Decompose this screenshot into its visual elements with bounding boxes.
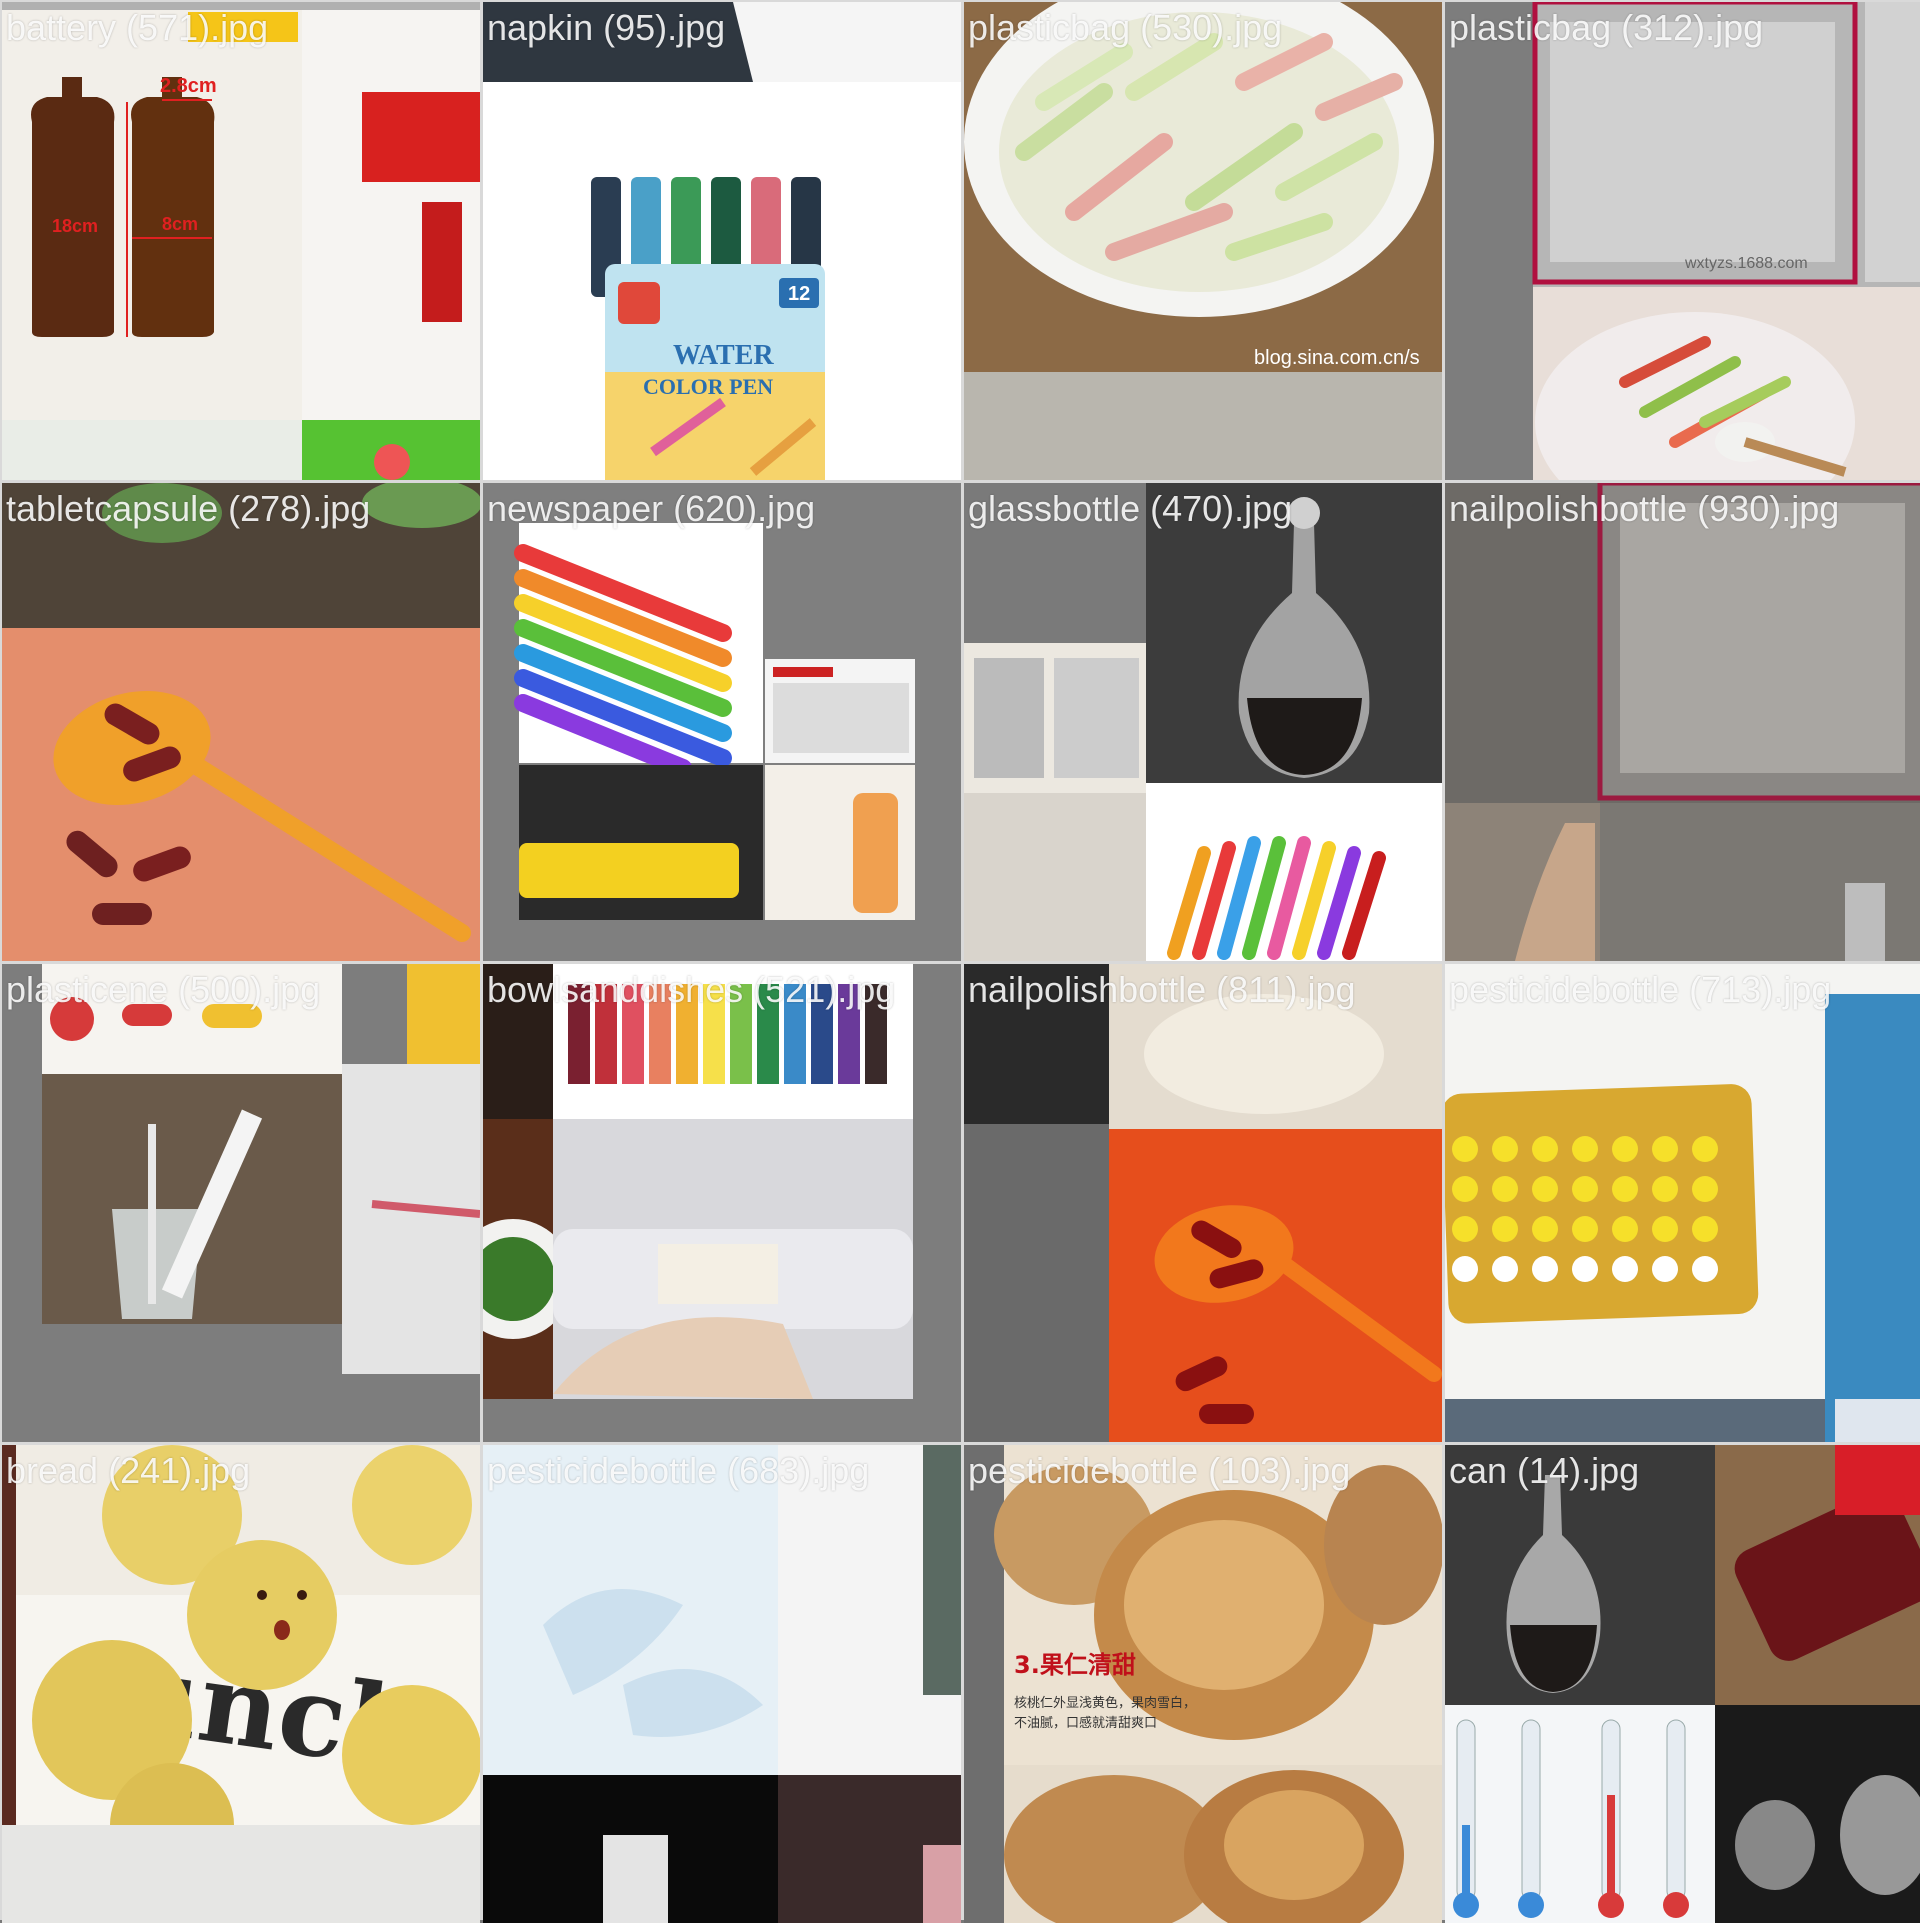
image-tile-plasticene-500[interactable]: plasticene (500).jpg bbox=[2, 964, 480, 1442]
bottle-dim-label: 18cm bbox=[52, 216, 98, 236]
watermark-text: blog.sina.com.cn/s bbox=[1254, 347, 1420, 369]
image-tile-pesticidebottle-713[interactable]: pesticidebottle (713).jpg bbox=[1445, 964, 1920, 1442]
bottle-dim-label: 2.8cm bbox=[160, 75, 217, 97]
image-tile-tabletcapsule-278[interactable]: tabletcapsule (278).jpg bbox=[2, 483, 480, 961]
thermometers-collage-image bbox=[1445, 1445, 1920, 1923]
tile-caption: battery (571).jpg bbox=[6, 7, 269, 48]
walnut-heading: 3.果仁清甜 bbox=[1014, 1651, 1136, 1679]
bottle-dim-label: 8cm bbox=[162, 214, 198, 234]
image-tile-battery-571[interactable]: 2.8cm 18cm 8cm battery (571).jpg bbox=[2, 2, 480, 480]
image-grid: 2.8cm 18cm 8cm battery (571).jpg 12 WATE… bbox=[0, 0, 1920, 1923]
marker-pack-image: 12 WATER COLOR PEN bbox=[483, 2, 961, 480]
image-tile-can-14[interactable]: can (14).jpg bbox=[1445, 1445, 1920, 1923]
tile-caption: newspaper (620).jpg bbox=[487, 488, 816, 529]
tile-caption: bread (241).jpg bbox=[6, 1450, 251, 1491]
tile-caption: can (14).jpg bbox=[1449, 1450, 1640, 1491]
tile-caption: plasticbag (312).jpg bbox=[1449, 7, 1764, 48]
amber-bottles-image: 2.8cm 18cm 8cm bbox=[2, 2, 480, 480]
tile-caption: bowlsanddishes (521).jpg bbox=[487, 969, 896, 1010]
colored-pens-image bbox=[483, 483, 961, 961]
markers-tape-image bbox=[483, 964, 961, 1442]
watermelon-rind-image: blog.sina.com.cn/s bbox=[964, 2, 1442, 480]
toothbrush-cup-image bbox=[2, 964, 480, 1442]
image-tile-pesticidebottle-683[interactable]: pesticidebottle (683).jpg bbox=[483, 1445, 961, 1923]
tile-caption: nailpolishbottle (811).jpg bbox=[968, 969, 1356, 1010]
walnut-text-line: 核桃仁外显浅黄色，果肉雪白， bbox=[1014, 1695, 1196, 1711]
image-tile-glassbottle-470[interactable]: glassbottle (470).jpg bbox=[964, 483, 1442, 961]
image-tile-pesticidebottle-103[interactable]: 3.果仁清甜 核桃仁外显浅黄色，果肉雪白， 不油腻，口感就清甜爽口 pestic… bbox=[964, 1445, 1442, 1923]
tile-caption: pesticidebottle (103).jpg bbox=[968, 1450, 1351, 1491]
decanter-collage-image bbox=[964, 483, 1442, 961]
tile-caption: plasticbag (530).jpg bbox=[968, 7, 1283, 48]
steamed-buns-image: runcl bbox=[2, 1445, 480, 1923]
tile-caption: nailpolishbottle (930).jpg bbox=[1449, 488, 1840, 529]
plastic-sheet-image bbox=[1445, 483, 1920, 961]
image-tile-napkin-95[interactable]: 12 WATER COLOR PEN napkin (95).jpg bbox=[483, 2, 961, 480]
capsules-collage-image bbox=[964, 964, 1442, 1442]
walnuts-image: 3.果仁清甜 核桃仁外显浅黄色，果肉雪白， 不油腻，口感就清甜爽口 bbox=[964, 1445, 1442, 1923]
tile-caption: pesticidebottle (713).jpg bbox=[1449, 969, 1832, 1010]
pill-blister-image bbox=[1445, 964, 1920, 1442]
marker-pack-title: WATER bbox=[673, 340, 774, 371]
image-tile-plasticbag-530[interactable]: blog.sina.com.cn/s plasticbag (530).jpg bbox=[964, 2, 1442, 480]
image-tile-bowlsanddishes-521[interactable]: bowlsanddishes (521).jpg bbox=[483, 964, 961, 1442]
image-tile-nailpolishbottle-811[interactable]: nailpolishbottle (811).jpg bbox=[964, 964, 1442, 1442]
walnut-text-line: 不油腻，口感就清甜爽口 bbox=[1014, 1715, 1157, 1731]
tile-caption: plasticene (500).jpg bbox=[6, 969, 321, 1010]
capsules-spoon-image bbox=[2, 483, 480, 961]
image-tile-nailpolishbottle-930[interactable]: nailpolishbottle (930).jpg bbox=[1445, 483, 1920, 961]
marker-pack-subtitle: COLOR PEN bbox=[643, 374, 773, 399]
clear-bags-image: wxtyzs.1688.com bbox=[1445, 2, 1920, 480]
watermark-text: wxtyzs.1688.com bbox=[1684, 255, 1808, 272]
tile-caption: pesticidebottle (683).jpg bbox=[487, 1450, 870, 1491]
image-tile-bread-241[interactable]: runcl bread (241).jpg bbox=[2, 1445, 480, 1923]
tile-caption: glassbottle (470).jpg bbox=[968, 488, 1293, 529]
image-tile-newspaper-620[interactable]: newspaper (620).jpg bbox=[483, 483, 961, 961]
marker-pack-count: 12 bbox=[788, 283, 810, 305]
tile-caption: tabletcapsule (278).jpg bbox=[6, 488, 371, 529]
tile-caption: napkin (95).jpg bbox=[487, 7, 726, 48]
image-tile-plasticbag-312[interactable]: wxtyzs.1688.com plasticbag (312).jpg bbox=[1445, 2, 1920, 480]
tissue-box-image bbox=[483, 1445, 961, 1923]
